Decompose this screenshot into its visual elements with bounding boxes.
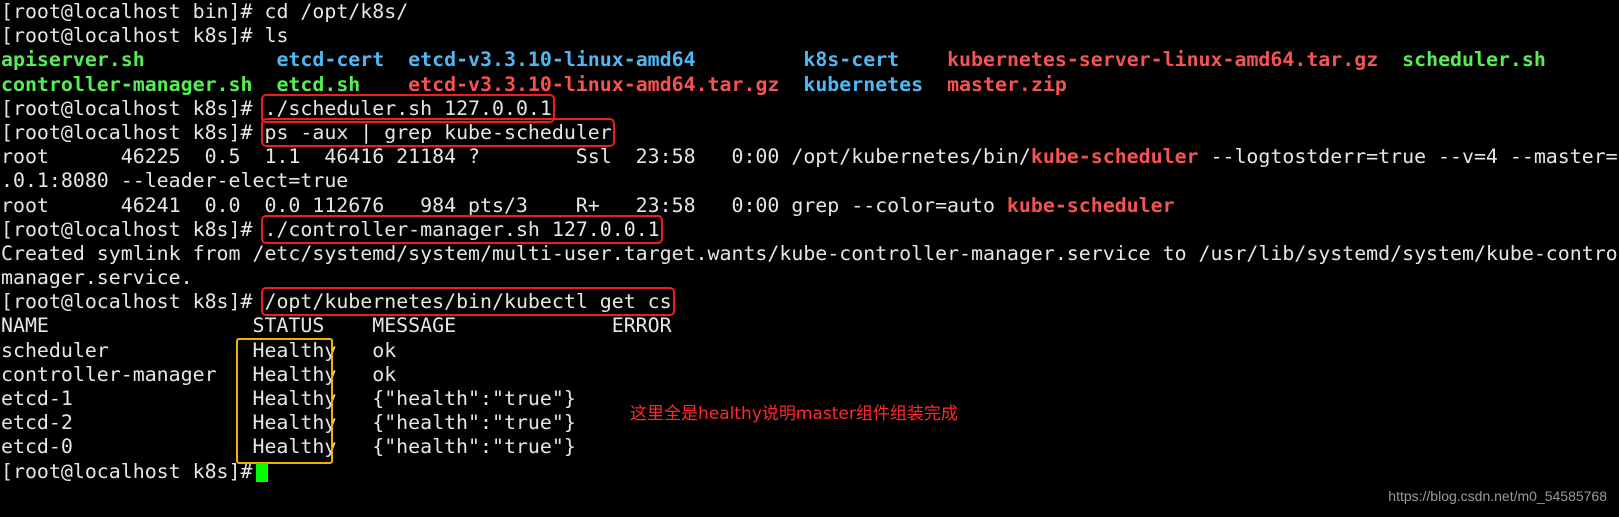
terminal-text: etcd-cert bbox=[276, 48, 385, 72]
terminal-text: kubernetes-server-linux-amd64.tar.gz bbox=[947, 48, 1379, 72]
terminal-text: apiserver.sh bbox=[1, 48, 145, 72]
terminal-line: [root@localhost k8s]# ps -aux | grep kub… bbox=[1, 117, 1618, 147]
healthy-status-highlight-box bbox=[236, 338, 333, 464]
terminal-line: [root@localhost k8s]# ./controller-manag… bbox=[1, 214, 1618, 244]
annotation-note: 这里全是healthy说明master组件组装完成 bbox=[630, 404, 958, 424]
terminal-line: [root@localhost bin]# cd /opt/k8s/ bbox=[1, 0, 1618, 24]
terminal-text: ls bbox=[264, 24, 289, 48]
terminal-text: etcd-v3.3.10-linux-amd64 bbox=[408, 48, 696, 72]
terminal-text: controller-manager.sh bbox=[1, 72, 253, 96]
highlighted-command: /opt/kubernetes/bin/kubectl get cs bbox=[261, 287, 675, 317]
terminal-text: [root@localhost k8s]# bbox=[1, 24, 265, 48]
terminal-text: .0.1:8080 --leader-elect=true bbox=[1, 169, 349, 193]
terminal-text: kube-scheduler bbox=[1006, 193, 1175, 217]
terminal-text: manager.service. bbox=[1, 266, 193, 290]
terminal-line: [root@localhost k8s]# ./scheduler.sh 127… bbox=[1, 93, 1618, 123]
terminal-line: Created symlink from /etc/systemd/system… bbox=[1, 242, 1618, 266]
terminal-text: cd /opt/k8s/ bbox=[264, 0, 409, 23]
terminal-text: scheduler Healthy ok bbox=[1, 338, 397, 362]
terminal-text: [root@localhost bin]# bbox=[1, 0, 265, 23]
terminal-line: .0.1:8080 --leader-elect=true bbox=[1, 169, 1618, 193]
terminal-text: [root@localhost k8s]# bbox=[1, 96, 265, 120]
terminal-text: [root@localhost k8s]# bbox=[1, 459, 265, 483]
terminal-text: [root@localhost k8s]# bbox=[1, 217, 265, 241]
terminal-text: master.zip bbox=[947, 72, 1067, 96]
terminal-line: root 46225 0.5 1.1 46416 21184 ? Ssl 23:… bbox=[1, 145, 1618, 169]
terminal-line: [root@localhost k8s]# ls bbox=[1, 24, 1618, 48]
terminal-line: [root@localhost k8s]# /opt/kubernetes/bi… bbox=[1, 287, 1618, 317]
terminal-text: Created symlink from /etc/systemd/system… bbox=[1, 241, 1618, 265]
highlighted-command: ps -aux | grep kube-scheduler bbox=[261, 117, 615, 147]
terminal-text: NAME STATUS MESSAGE ERROR bbox=[1, 314, 672, 338]
watermark: https://blog.csdn.net/m0_54585768 bbox=[1388, 488, 1607, 504]
terminal-text: root 46225 0.5 1.1 46416 21184 ? Ssl 23:… bbox=[1, 145, 1031, 169]
terminal-line: NAME STATUS MESSAGE ERROR bbox=[1, 314, 1618, 338]
highlighted-command: ./controller-manager.sh 127.0.0.1 bbox=[261, 214, 663, 244]
highlighted-command: ./scheduler.sh 127.0.0.1 bbox=[261, 93, 555, 123]
terminal-text: scheduler.sh bbox=[1402, 48, 1546, 72]
terminal-text: [root@localhost k8s]# bbox=[1, 290, 265, 314]
terminal-text: kube-scheduler bbox=[1030, 145, 1199, 169]
terminal-line: manager.service. bbox=[1, 266, 1618, 290]
terminal-text: --logtostderr=true --v=4 --master= bbox=[1198, 145, 1618, 169]
terminal-text: etcd.sh bbox=[276, 72, 361, 96]
terminal-line: apiserver.sh etcd-cert etcd-v3.3.10-linu… bbox=[1, 48, 1618, 72]
terminal-text: etcd-v3.3.10-linux-amd64.tar.gz bbox=[408, 72, 780, 96]
terminal-line: root 46241 0.0 0.0 112676 984 pts/3 R+ 2… bbox=[1, 194, 1618, 218]
terminal-text: controller-manager Healthy ok bbox=[1, 362, 397, 386]
terminal-text: kubernetes bbox=[803, 72, 924, 96]
terminal-text: [root@localhost k8s]# bbox=[1, 120, 265, 144]
terminal-text: root 46241 0.0 0.0 112676 984 pts/3 R+ 2… bbox=[1, 193, 1007, 217]
terminal-text: k8s-cert bbox=[803, 48, 900, 72]
terminal-cursor bbox=[256, 463, 268, 482]
terminal-line: controller-manager.sh etcd.sh etcd-v3.3.… bbox=[1, 73, 1618, 97]
